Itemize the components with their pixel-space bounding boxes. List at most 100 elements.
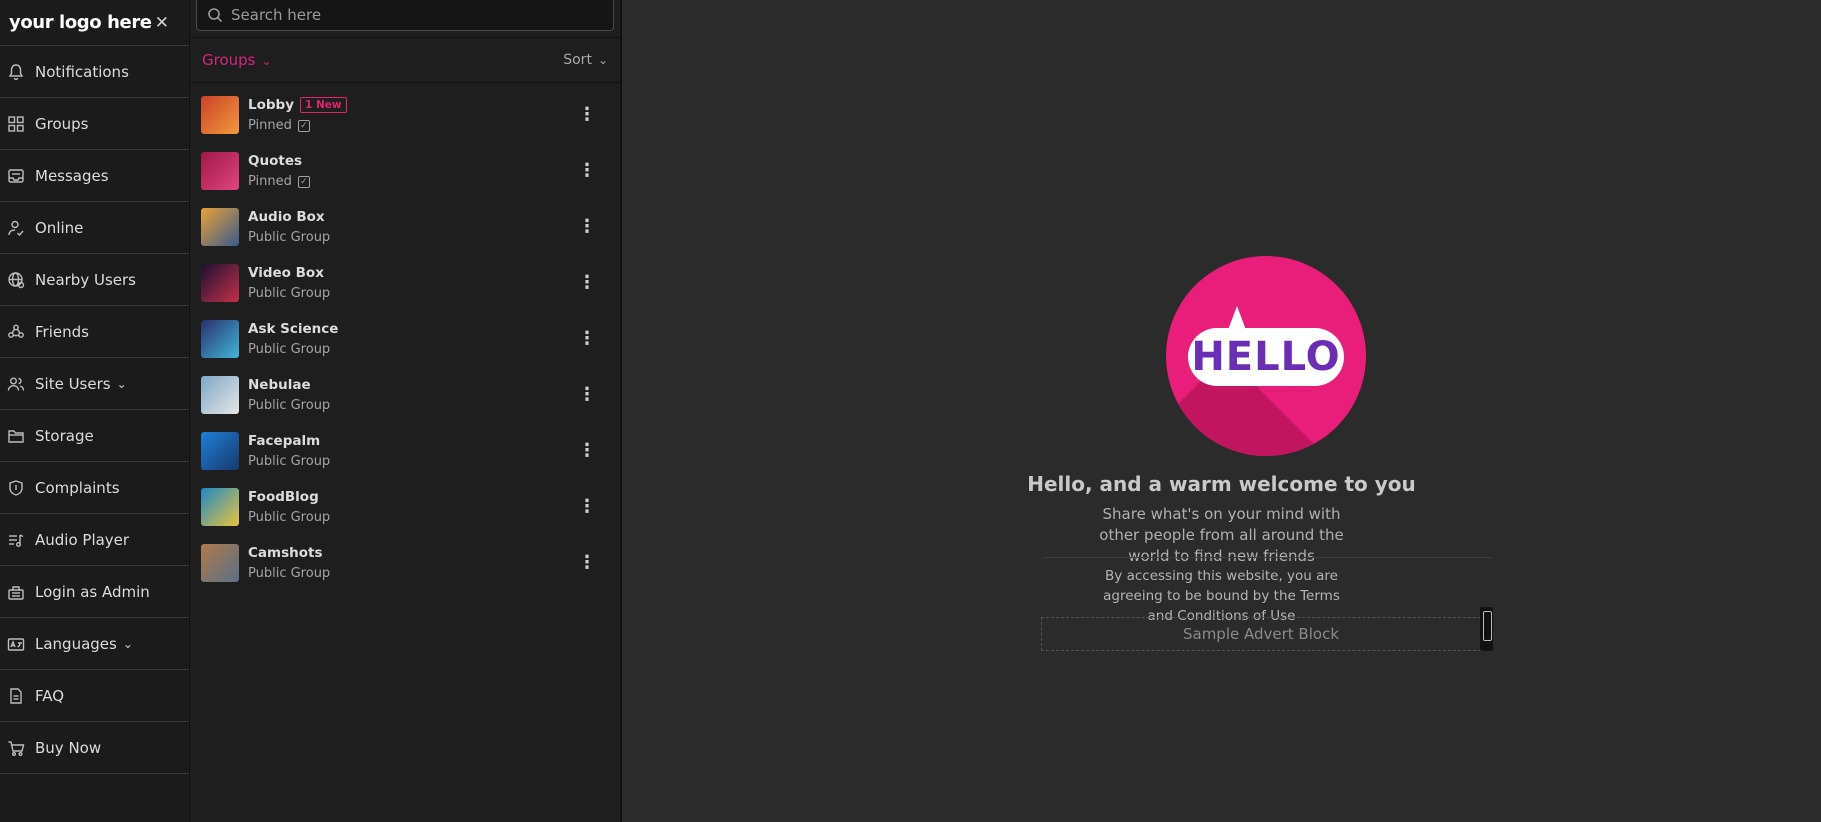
group-name-line: Camshots [248, 545, 330, 561]
sidebar-item-friends[interactable]: Friends [0, 306, 189, 358]
group-row[interactable]: Video Box Public Group ⋮ [190, 255, 620, 311]
group-name: Video Box [248, 265, 324, 281]
sidebar-item-buy-now[interactable]: Buy Now [0, 722, 189, 774]
group-row[interactable]: Camshots Public Group ⋮ [190, 535, 620, 591]
sidebar-item-groups[interactable]: Groups [0, 98, 189, 150]
group-subtitle-line: Public Group [248, 510, 330, 525]
language-icon [0, 635, 35, 653]
sidebar-item-online[interactable]: Online [0, 202, 189, 254]
cart-icon [0, 739, 35, 757]
group-name-line: Video Box [248, 265, 330, 281]
sidebar-item-faq[interactable]: FAQ [0, 670, 189, 722]
group-name: Lobby [248, 97, 295, 113]
group-subtitle-line: Public Group [248, 398, 330, 413]
group-info: Quotes Pinned ✓ [248, 153, 310, 189]
friends-icon [0, 323, 35, 341]
sidebar-item-label: Buy Now [35, 738, 102, 757]
user-check-icon [0, 219, 35, 237]
sidebar-item-login-as-admin[interactable]: Login as Admin [0, 566, 189, 618]
shield-icon [0, 479, 35, 497]
chevron-down-icon: ⌄ [116, 376, 127, 391]
group-row[interactable]: Facepalm Public Group ⋮ [190, 423, 620, 479]
group-subtitle: Public Group [248, 510, 331, 525]
welcome-title: Hello, and a warm welcome to you [1027, 472, 1416, 496]
scroll-handle[interactable] [1480, 607, 1493, 651]
sort-dropdown[interactable]: Sort ⌄ [563, 52, 608, 68]
group-row[interactable]: Audio Box Public Group ⋮ [190, 199, 620, 255]
group-name: Ask Science [248, 321, 339, 337]
group-thumbnail [201, 432, 239, 470]
search-input[interactable] [231, 6, 611, 24]
logo-bar: your logo here ✕ [0, 0, 189, 46]
group-subtitle: Public Group [248, 230, 331, 245]
logo[interactable]: your logo here [9, 12, 152, 33]
group-row[interactable]: Ask Science Public Group ⋮ [190, 311, 620, 367]
group-info: Lobby 1 New Pinned ✓ [248, 97, 347, 133]
more-options-icon[interactable]: ⋮ [578, 218, 596, 236]
group-info: Ask Science Public Group [248, 321, 338, 357]
sidebar-item-complaints[interactable]: Complaints [0, 462, 189, 514]
group-row[interactable]: Nebulae Public Group ⋮ [190, 367, 620, 423]
group-name: Camshots [248, 545, 323, 561]
group-thumbnail [201, 488, 239, 526]
sidebar-item-notifications[interactable]: Notifications [0, 46, 189, 98]
divider [1042, 557, 1492, 558]
group-name-line: Nebulae [248, 377, 330, 393]
sidebar-item-site-users[interactable]: Site Users ⌄ [0, 358, 189, 410]
group-subtitle: Public Group [248, 286, 331, 301]
advert-block: Sample Advert Block [1041, 617, 1481, 651]
hello-text: HELLO [1191, 334, 1341, 380]
group-name-line: FoodBlog [248, 489, 330, 505]
keyboard-icon [0, 583, 35, 601]
more-options-icon[interactable]: ⋮ [578, 106, 596, 124]
sidebar-item-label: Online [35, 218, 84, 237]
sidebar-item-label: Audio Player [35, 530, 130, 549]
group-name-line: Quotes [248, 153, 310, 169]
group-subtitle-line: Public Group [248, 230, 330, 245]
pinned-check-icon: ✓ [297, 175, 310, 188]
more-options-icon[interactable]: ⋮ [578, 274, 596, 292]
group-info: Audio Box Public Group [248, 209, 330, 245]
group-row[interactable]: FoodBlog Public Group ⋮ [190, 479, 620, 535]
document-icon [0, 687, 35, 705]
speech-bubble: HELLO [1188, 328, 1344, 386]
sort-dropdown-label: Sort [563, 52, 592, 68]
group-row[interactable]: Lobby 1 New Pinned ✓ ⋮ [190, 87, 620, 143]
sidebar-item-messages[interactable]: Messages [0, 150, 189, 202]
group-subtitle: Public Group [248, 454, 331, 469]
sidebar-item-label: Friends [35, 322, 89, 341]
group-thumbnail [201, 544, 239, 582]
main-content: HELLO Hello, and a warm welcome to you S… [622, 0, 1821, 822]
more-options-icon[interactable]: ⋮ [578, 554, 596, 572]
more-options-icon[interactable]: ⋮ [578, 330, 596, 348]
sidebar-item-nearby-users[interactable]: Nearby Users [0, 254, 189, 306]
new-badge: 1 New [300, 97, 347, 113]
group-name: Nebulae [248, 377, 311, 393]
group-subtitle: Public Group [248, 566, 331, 581]
group-info: Facepalm Public Group [248, 433, 330, 469]
sidebar-item-label: Site Users [35, 374, 111, 393]
group-row[interactable]: Quotes Pinned ✓ ⋮ [190, 143, 620, 199]
group-name: Audio Box [248, 209, 325, 225]
close-icon[interactable]: ✕ [155, 13, 169, 33]
sidebar-item-languages[interactable]: Languages ⌄ [0, 618, 189, 670]
more-options-icon[interactable]: ⋮ [578, 162, 596, 180]
music-list-icon [0, 531, 35, 549]
more-options-icon[interactable]: ⋮ [578, 498, 596, 516]
search-box[interactable] [196, 0, 614, 31]
group-name: Quotes [248, 153, 303, 169]
sidebar-item-label: Login as Admin [35, 582, 150, 601]
group-subtitle-line: Public Group [248, 342, 338, 357]
grid-icon [0, 115, 35, 133]
sidebar-item-audio-player[interactable]: Audio Player [0, 514, 189, 566]
groups-dropdown[interactable]: Groups ⌄ [202, 51, 272, 69]
chevron-down-icon: ⌄ [597, 53, 608, 67]
more-options-icon[interactable]: ⋮ [578, 386, 596, 404]
group-name-line: Ask Science [248, 321, 338, 337]
sidebar-item-label: Notifications [35, 62, 129, 81]
group-info: Camshots Public Group [248, 545, 330, 581]
search-icon [208, 8, 223, 23]
group-subtitle: Pinned [248, 118, 292, 133]
sidebar-item-storage[interactable]: Storage [0, 410, 189, 462]
more-options-icon[interactable]: ⋮ [578, 442, 596, 460]
